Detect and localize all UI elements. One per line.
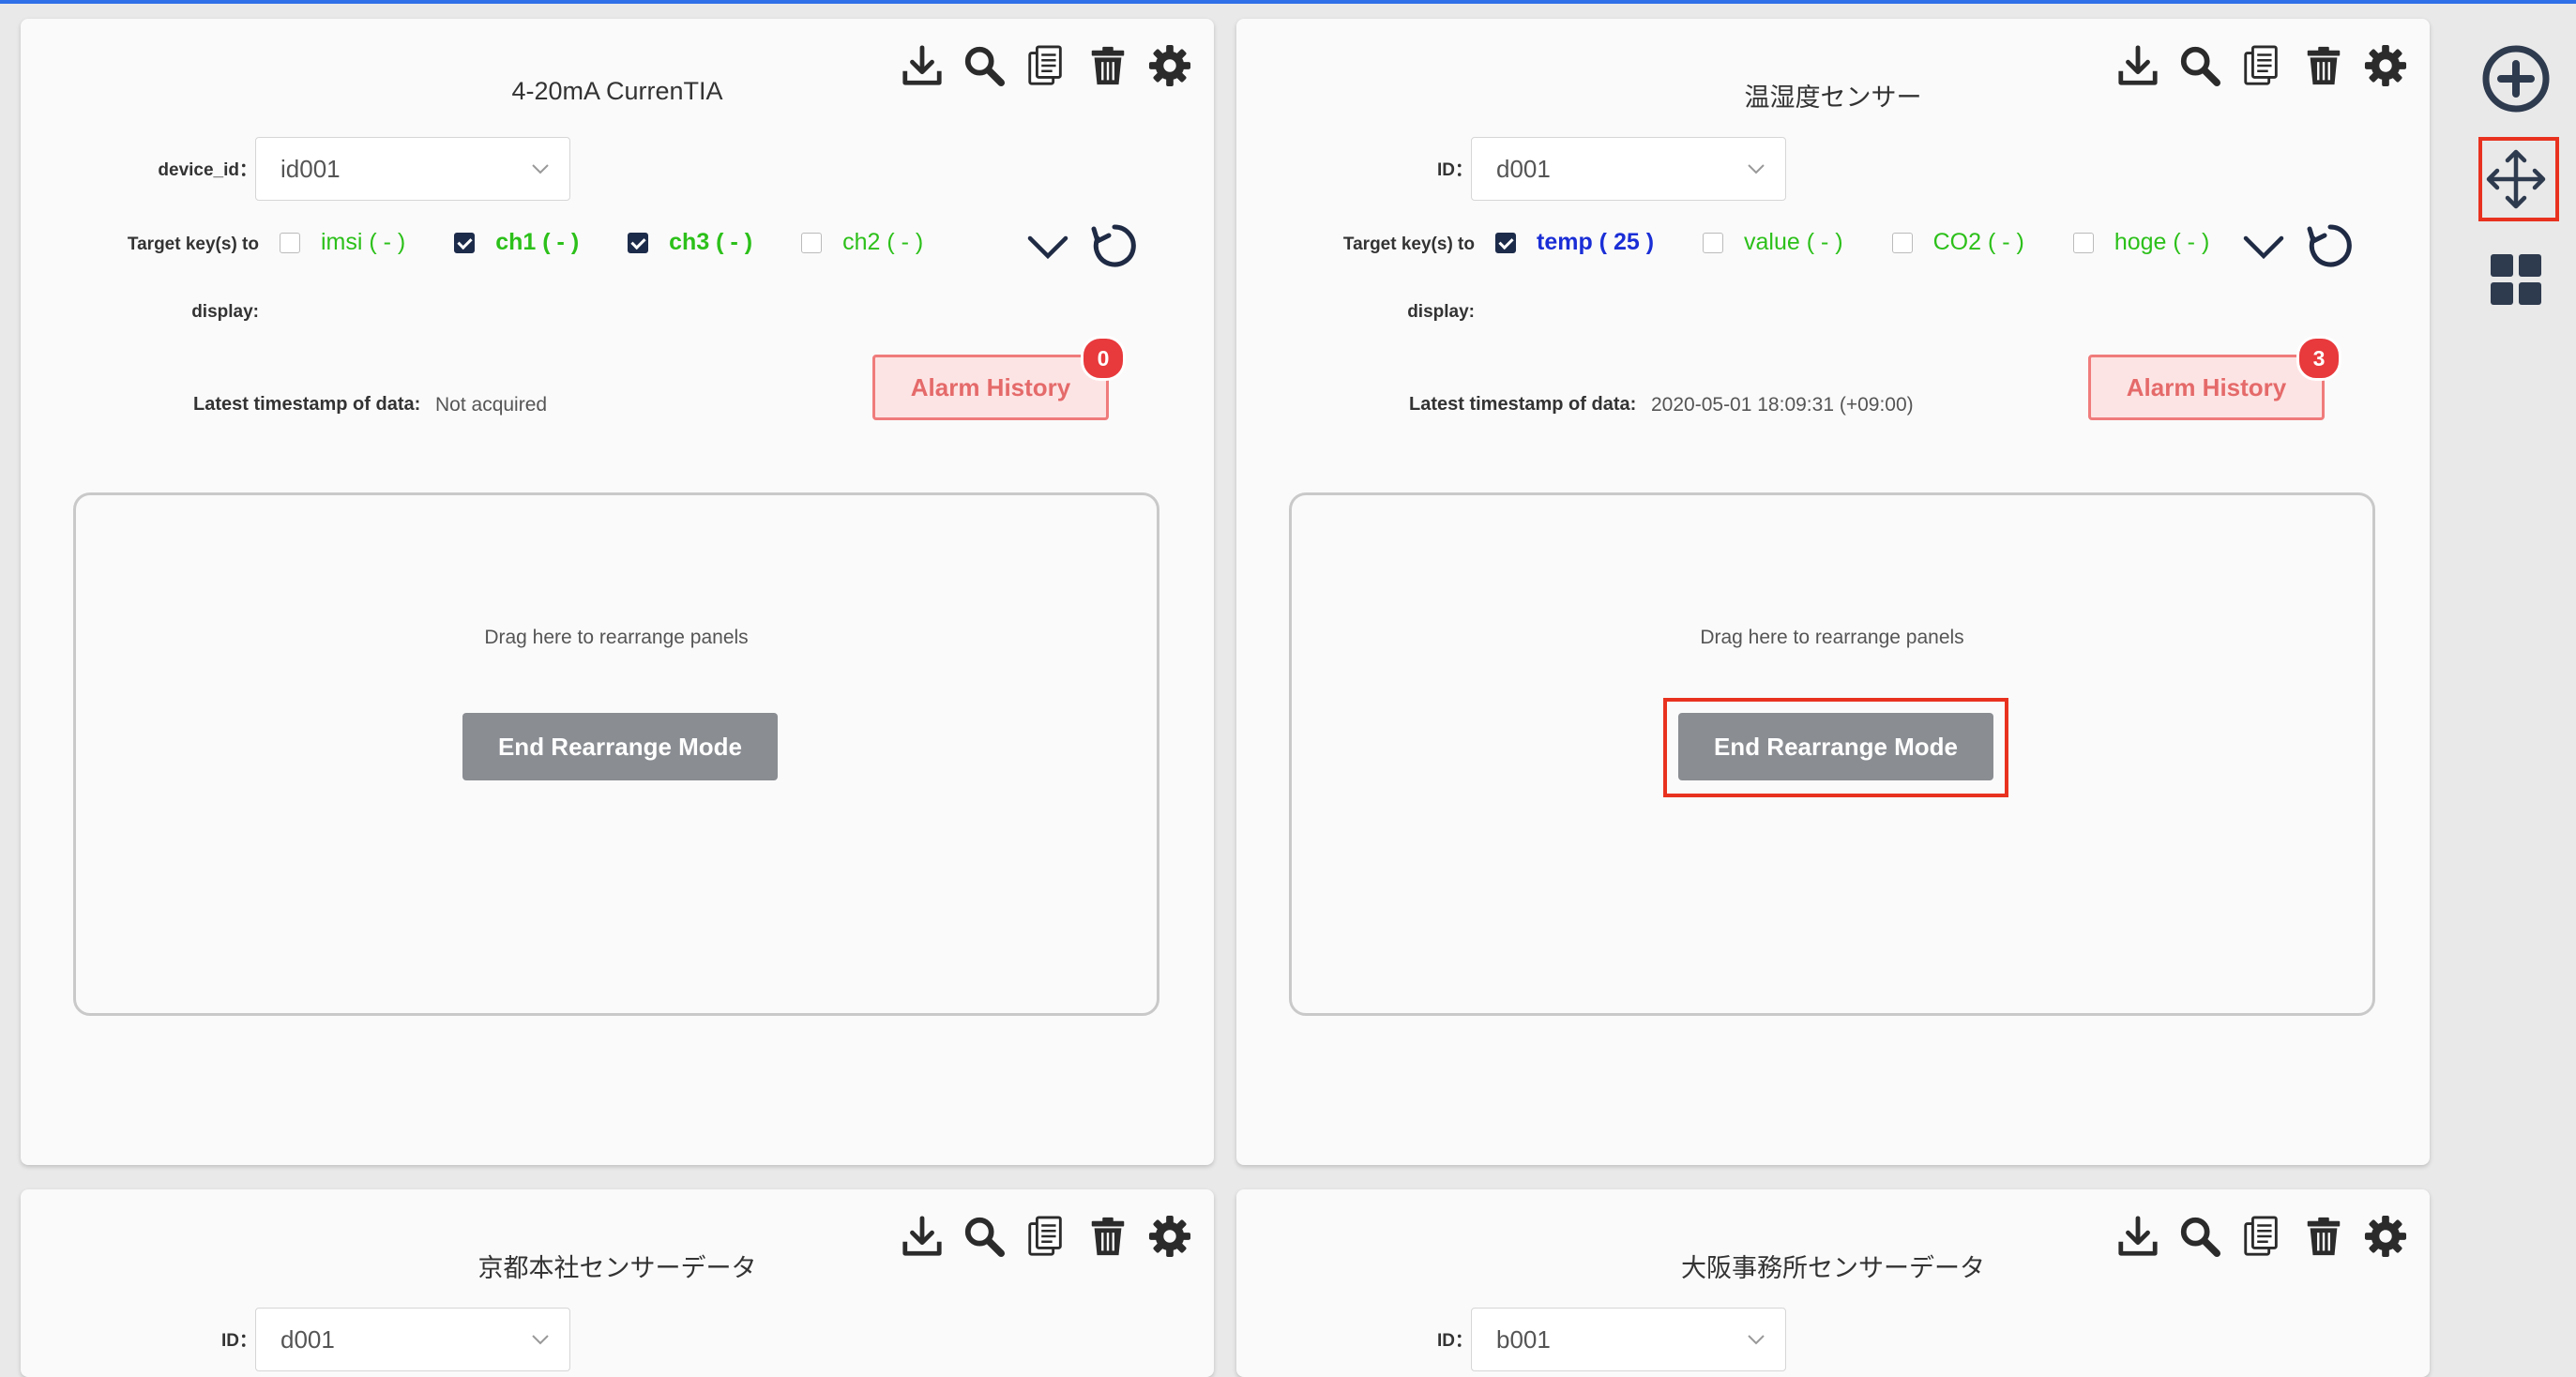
device-id-value: b001 <box>1496 1325 1551 1354</box>
drag-drop-zone[interactable]: Drag here to rearrange panels End Rearra… <box>73 492 1159 1016</box>
panel-kyoto-sensor: 京都本社センサーデータ ID： d001 <box>21 1189 1214 1377</box>
alarm-count-badge: 0 <box>1081 336 1126 381</box>
drag-hint-text: Drag here to rearrange panels <box>1700 627 1964 648</box>
target-keys-label-cont: display: <box>1407 302 1475 322</box>
checkbox-checked[interactable] <box>1495 232 1516 253</box>
chevron-down-icon <box>532 1335 549 1345</box>
chevron-down-icon[interactable] <box>2242 225 2285 268</box>
checkbox[interactable] <box>2072 232 2094 253</box>
target-keys-label: Target key(s) to <box>1342 235 1475 254</box>
key-option-hoge[interactable]: hoge ( - ) <box>2072 229 2209 256</box>
alarm-count-badge: 3 <box>2296 336 2341 381</box>
chevron-down-icon[interactable] <box>1026 225 1069 268</box>
chevron-down-icon <box>1748 1335 1765 1345</box>
alarm-history-button[interactable]: Alarm History <box>872 355 1109 420</box>
add-circle-icon <box>2482 45 2550 113</box>
checkbox[interactable] <box>1703 232 1724 253</box>
chevron-down-icon <box>1748 164 1765 174</box>
key-option-imsi[interactable]: imsi ( - ) <box>280 229 405 256</box>
key-option-ch3[interactable]: ch3 ( - ) <box>628 229 752 256</box>
checkbox[interactable] <box>801 232 823 253</box>
device-id-label: ID： <box>220 1331 257 1351</box>
alarm-history-button[interactable]: Alarm History <box>2088 355 2325 420</box>
key-option-temp[interactable]: temp ( 25 ) <box>1495 229 1654 256</box>
highlight-box <box>1663 698 2008 797</box>
device-id-select[interactable]: b001 <box>1471 1308 1786 1371</box>
end-rearrange-button[interactable]: End Rearrange Mode <box>462 713 778 780</box>
grid-icon <box>2491 254 2541 305</box>
target-keys-label-cont: display: <box>191 302 259 322</box>
drag-hint-text: Drag here to rearrange panels <box>484 627 749 648</box>
panel-title: 大阪事務所センサーデータ <box>1681 1254 1985 1282</box>
device-id-select[interactable]: d001 <box>1471 137 1786 201</box>
key-checkbox-list: imsi ( - ) ch1 ( - ) ch3 ( - ) ch2 ( - ) <box>280 229 972 256</box>
device-id-select[interactable]: d001 <box>255 1308 570 1371</box>
top-accent-line <box>0 0 2576 4</box>
checkbox[interactable] <box>1891 232 1913 253</box>
refresh-icon[interactable] <box>2306 221 2355 270</box>
timestamp-value: Not acquired <box>435 394 548 416</box>
panel-current-tia: 4-20mA CurrenTIA device_id： id001 Target… <box>21 19 1214 1165</box>
device-id-select[interactable]: id001 <box>255 137 570 201</box>
panel-temp-humidity: 温湿度センサー ID： d001 Target key(s) to displa… <box>1236 19 2430 1165</box>
checkbox[interactable] <box>280 232 300 253</box>
key-option-ch1[interactable]: ch1 ( - ) <box>454 229 579 256</box>
key-option-co2[interactable]: CO2 ( - ) <box>1891 229 2024 256</box>
layout-grid-button[interactable] <box>2477 251 2555 308</box>
panel-osaka-sensor: 大阪事務所センサーデータ ID： b001 <box>1236 1189 2430 1377</box>
timestamp-value: 2020-05-01 18:09:31 (+09:00) <box>1651 394 1914 416</box>
device-id-label: ID： <box>1436 1331 1473 1351</box>
timestamp-label: Latest timestamp of data: <box>193 394 421 415</box>
highlight-box <box>2478 137 2559 221</box>
chevron-down-icon <box>532 164 549 174</box>
key-option-ch2[interactable]: ch2 ( - ) <box>801 229 923 256</box>
device-id-value: d001 <box>1496 155 1551 183</box>
device-id-label: ID： <box>1436 160 1473 180</box>
refresh-icon[interactable] <box>1090 221 1139 270</box>
key-checkbox-list: temp ( 25 ) value ( - ) CO2 ( - ) hoge (… <box>1495 229 2209 256</box>
device-id-value: d001 <box>280 1325 335 1354</box>
drag-drop-zone[interactable]: Drag here to rearrange panels End Rearra… <box>1289 492 2375 1016</box>
checkbox-checked[interactable] <box>628 232 649 253</box>
device-id-label: device_id： <box>158 160 257 180</box>
panel-title: 京都本社センサーデータ <box>477 1254 757 1282</box>
timestamp-label: Latest timestamp of data: <box>1409 394 1637 415</box>
checkbox-checked[interactable] <box>454 232 476 253</box>
target-keys-label: Target key(s) to <box>127 235 259 254</box>
panel-title: 4-20mA CurrenTIA <box>511 77 723 105</box>
add-panel-button[interactable] <box>2477 39 2555 118</box>
device-id-value: id001 <box>280 155 341 183</box>
panel-title: 温湿度センサー <box>1744 83 1922 112</box>
key-option-value[interactable]: value ( - ) <box>1703 229 1843 256</box>
